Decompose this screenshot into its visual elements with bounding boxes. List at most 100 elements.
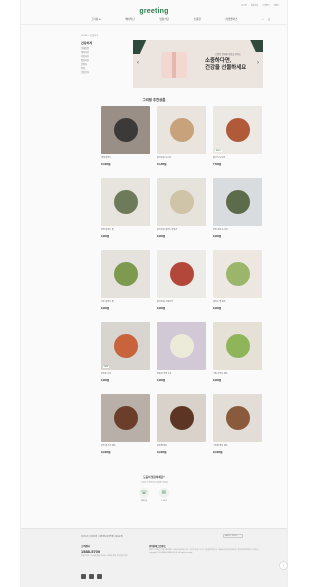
product-name[interactable]: 그리팅 정식 세트: [213, 444, 262, 447]
banner-prev-button[interactable]: ‹: [137, 60, 139, 66]
cs-phone: 1588-5700: [81, 549, 101, 554]
product-card[interactable]: 우엉 조림 도시락 8,900원: [213, 178, 262, 246]
phone-icon: ☏: [139, 488, 149, 498]
side-menu-title: 건강하게: [81, 41, 93, 45]
product-card[interactable]: 갈비찜 세트 19,900원: [157, 394, 206, 462]
util-link-event[interactable]: 이벤트: [273, 4, 279, 7]
dish-image: [226, 334, 250, 358]
chat-label: 1:1문의: [161, 500, 167, 502]
product-image[interactable]: [213, 178, 262, 226]
chat-button[interactable]: ✉ 1:1문의: [159, 488, 169, 502]
cs-title: 고객센터: [81, 545, 90, 548]
phone-button[interactable]: ☏ 전화상담: [139, 488, 149, 502]
search-icon[interactable]: ⌕: [262, 18, 263, 21]
product-image[interactable]: [101, 250, 150, 298]
product-price: 8,900원: [101, 307, 110, 310]
product-card[interactable]: 연어 샐러드 볼 9,900원: [101, 178, 150, 246]
dish-image: [114, 406, 138, 430]
footer-links[interactable]: 회사소개 | 이용약관 | 개인정보처리방침 | 제휴문의: [81, 535, 123, 538]
product-image[interactable]: [101, 178, 150, 226]
nav-item-all[interactable]: 그리팅 ≡: [91, 17, 100, 21]
product-image[interactable]: BEST: [213, 106, 262, 154]
util-link-cs[interactable]: 고객센터: [262, 4, 269, 7]
util-link-login[interactable]: 로그인: [241, 4, 247, 7]
product-image[interactable]: [213, 322, 262, 370]
product-name[interactable]: 닭가슴살 스테이크: [157, 300, 206, 303]
product-image[interactable]: [101, 106, 150, 154]
product-name[interactable]: 닭가슴살 도시락: [157, 156, 206, 159]
main-nav: 그리팅 ≡ 케어식단 맞춤식단 소중한 마켓플러스 ⌕ 🛒: [91, 17, 271, 22]
product-name[interactable]: 한우 불고기 세트: [101, 444, 150, 447]
blog-icon[interactable]: [97, 574, 102, 579]
product-image[interactable]: [157, 178, 206, 226]
product-image[interactable]: [157, 250, 206, 298]
product-price: 18,900원: [101, 451, 111, 454]
product-name[interactable]: 우엉 조림 도시락: [213, 228, 262, 231]
product-card[interactable]: 닭가슴살 스테이크 8,900원: [157, 250, 206, 318]
nav-item-market[interactable]: 마켓플러스: [226, 17, 238, 21]
product-card[interactable]: 닭가슴살 도시락 15,200원: [157, 106, 206, 174]
page-container: 로그인 회원가입 고객센터 이벤트 greeting 그리팅 ≡ 케어식단 맞춤…: [20, 0, 288, 587]
company-title: (주)현대그린푸드: [149, 545, 166, 548]
product-image[interactable]: [101, 394, 150, 442]
product-card[interactable]: 샐러드 랩 세트 8,900원: [213, 250, 262, 318]
product-image[interactable]: [157, 394, 206, 442]
product-card[interactable]: 닭가슴살 셀러드 만들기 8,900원: [157, 178, 206, 246]
company-details: 대표자 : 박홍진 | 사업자등록번호 : 000-00-00000 | 주소 …: [149, 549, 259, 554]
product-name[interactable]: 연어 샐러드 볼: [101, 228, 150, 231]
product-name[interactable]: 그린 스무디 세트: [213, 372, 262, 375]
dish-image: [170, 118, 194, 142]
product-price: 6,900원: [157, 379, 166, 382]
instagram-icon[interactable]: [81, 574, 86, 579]
nav-item-care[interactable]: 케어식단: [125, 17, 135, 21]
side-menu-item[interactable]: 건강간식: [81, 71, 126, 75]
product-image[interactable]: [213, 250, 262, 298]
product-price: 19,900원: [157, 451, 167, 454]
footer: 회사소개 | 이용약관 | 개인정보처리방침 | 제휴문의 FAMILY SIT…: [21, 528, 287, 587]
product-card[interactable]: 대게 샐러드 15,900원: [101, 106, 150, 174]
product-name[interactable]: 토마토 수프: [101, 372, 150, 375]
scroll-top-button[interactable]: ↑: [279, 561, 288, 570]
product-name[interactable]: 닭가슴살 셀러드 만들기: [157, 228, 206, 231]
product-card[interactable]: 한우 불고기 세트 18,900원: [101, 394, 150, 462]
product-price: 7,500원: [213, 163, 222, 166]
product-price: 8,900원: [157, 307, 166, 310]
cart-icon[interactable]: 🛒: [268, 18, 271, 21]
product-card[interactable]: 가든 샐러드 볼 8,900원: [101, 250, 150, 318]
dish-image: [226, 406, 250, 430]
product-name[interactable]: 가든 샐러드 볼: [101, 300, 150, 303]
product-name[interactable]: 샐러드 랩 세트: [213, 300, 262, 303]
product-card[interactable]: NEW 토마토 수프 6,900원: [101, 322, 150, 390]
product-badge: NEW: [103, 366, 110, 368]
youtube-icon[interactable]: [89, 574, 94, 579]
nav-item-gift[interactable]: 소중한: [194, 17, 201, 21]
banner-headline-line2: 건강을 선물하세요: [205, 64, 247, 71]
product-price: 9,900원: [101, 235, 110, 238]
dish-image: [114, 190, 138, 214]
product-card[interactable]: 그리팅 정식 세트 22,900원: [213, 394, 262, 462]
product-price: 15,900원: [101, 163, 111, 166]
product-card[interactable]: 양송이 크림 수프 6,900원: [157, 322, 206, 390]
dish-image: [226, 262, 250, 286]
product-card[interactable]: BEST 불고기 도시락 7,500원: [213, 106, 262, 174]
product-image[interactable]: [157, 322, 206, 370]
product-image[interactable]: NEW: [101, 322, 150, 370]
family-site-select[interactable]: FAMILY SITE ▾: [223, 534, 243, 538]
dish-image: [170, 334, 194, 358]
util-link-signup[interactable]: 회원가입: [251, 4, 258, 7]
product-image[interactable]: [157, 106, 206, 154]
product-image[interactable]: [213, 394, 262, 442]
product-name[interactable]: 양송이 크림 수프: [157, 372, 206, 375]
dish-image: [226, 118, 250, 142]
product-card[interactable]: 그린 스무디 세트 8,900원: [213, 322, 262, 390]
banner-subtitle: 소중한 분에게 마음을 전하는: [215, 54, 241, 56]
site-logo[interactable]: greeting: [21, 8, 287, 15]
product-name[interactable]: 불고기 도시락: [213, 156, 262, 159]
ribbon-decoration: [133, 40, 147, 54]
promo-banner[interactable]: 소중한 분에게 마음을 전하는 소중하다면, 건강을 선물하세요 ‹ ›: [133, 40, 263, 88]
nav-item-custom[interactable]: 맞춤식단: [159, 17, 169, 21]
product-price: 8,900원: [213, 235, 222, 238]
product-name[interactable]: 갈비찜 세트: [157, 444, 206, 447]
product-name[interactable]: 대게 샐러드: [101, 156, 150, 159]
banner-next-button[interactable]: ›: [257, 60, 259, 66]
